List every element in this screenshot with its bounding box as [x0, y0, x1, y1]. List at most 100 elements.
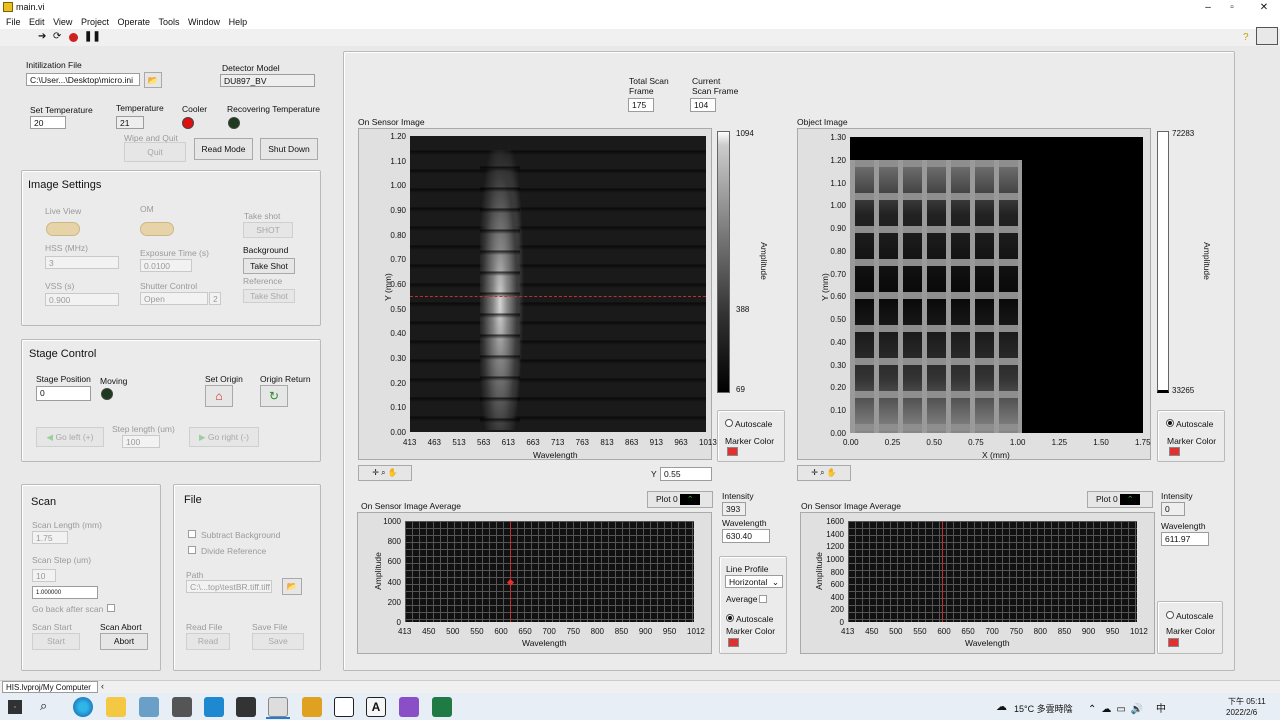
avg1-plot-area[interactable] — [405, 521, 694, 622]
go-back-checkbox[interactable] — [107, 604, 115, 612]
search-icon[interactable]: ⌕ — [40, 698, 47, 714]
hss-select[interactable]: 3 — [45, 256, 119, 269]
menu-file[interactable]: File — [6, 15, 21, 29]
avg1-cursor[interactable] — [510, 521, 511, 622]
reference-take-shot-button[interactable]: Take Shot — [243, 289, 295, 303]
menu-tools[interactable]: Tools — [159, 15, 180, 29]
menu-operate[interactable]: Operate — [117, 15, 150, 29]
scan-step-input[interactable]: 10 — [32, 569, 56, 582]
live-view-toggle[interactable] — [46, 222, 80, 236]
sensor-cursor-line[interactable] — [410, 296, 706, 297]
avg1-marker-swatch[interactable] — [728, 638, 739, 647]
tool-app-icon[interactable] — [334, 697, 354, 717]
weather-icon[interactable]: ☁ — [996, 700, 1007, 713]
read-file-button[interactable]: Read — [186, 633, 230, 650]
avg1-autoscale-radio[interactable] — [726, 614, 734, 622]
vss-select[interactable]: 0.900 — [45, 293, 119, 306]
background-take-shot-button[interactable]: Take Shot — [243, 258, 295, 274]
maximize-icon[interactable]: ▫ — [1220, 0, 1244, 15]
divide-reference-checkbox[interactable] — [188, 546, 196, 554]
weather-text[interactable]: 15°C 多雲時陰 — [1014, 702, 1073, 715]
minimize-icon[interactable]: – — [1196, 0, 1220, 15]
avg2-x-axis-label: Wavelength — [965, 638, 1010, 648]
visual-studio-icon[interactable] — [399, 697, 419, 717]
run-arrow-icon[interactable]: ➔ — [38, 31, 46, 42]
save-file-button[interactable]: Save — [252, 633, 304, 650]
recovering-temperature-label: Recovering Temperature — [227, 104, 320, 114]
path-browse-button[interactable]: 📂 — [282, 578, 302, 595]
avg2-marker-swatch[interactable] — [1168, 638, 1179, 647]
quit-button[interactable]: Quit — [124, 142, 186, 162]
read-mode-button[interactable]: Read Mode — [194, 138, 253, 160]
shutter-control-select[interactable]: Open — [140, 292, 208, 305]
stage-position-input[interactable]: 0 — [36, 386, 91, 401]
average-checkbox[interactable] — [759, 595, 767, 603]
menu-help[interactable]: Help — [229, 15, 248, 29]
terminal-icon[interactable] — [236, 697, 256, 717]
object-graph-palette[interactable]: ✛ ⌕ ✋ — [797, 465, 851, 481]
tray-date[interactable]: 2022/2/6 — [1226, 708, 1257, 717]
shot-button[interactable]: SHOT — [243, 222, 293, 238]
y-control-input[interactable]: 0.55 — [660, 467, 712, 481]
labview-icon-taskbar[interactable] — [302, 697, 322, 717]
run-continuous-icon[interactable]: ⟳ — [53, 31, 61, 42]
avg2-wavelength-input[interactable]: 611.97 — [1161, 532, 1209, 546]
shut-down-button[interactable]: Shut Down — [260, 138, 318, 160]
detector-model-value: DU897_BV — [220, 74, 315, 87]
labview-vi-icon[interactable] — [268, 697, 288, 717]
path-input[interactable]: C:\...top\testBR.tiff.tiff — [186, 580, 272, 593]
set-temperature-label: Set Temperature — [30, 105, 93, 115]
help-icon[interactable]: ? — [1243, 32, 1249, 43]
origin-return-button[interactable]: ↻ — [260, 385, 288, 407]
notes-app-icon[interactable] — [139, 697, 159, 717]
set-temperature-input[interactable]: 20 — [30, 116, 66, 129]
font-app-icon[interactable]: A — [366, 697, 386, 717]
menu-view[interactable]: View — [53, 15, 72, 29]
edge-browser-icon[interactable] — [73, 697, 93, 717]
vscode-icon[interactable] — [204, 697, 224, 717]
scan-start-button[interactable]: Start — [32, 633, 80, 650]
close-icon[interactable]: ✕ — [1252, 0, 1276, 15]
sensor-graph-palette[interactable]: ✛ ⌕ ✋ — [358, 465, 412, 481]
avg1-wavelength-input[interactable]: 630.40 — [722, 529, 770, 543]
scan-abort-button[interactable]: Abort — [100, 633, 148, 650]
scan-abort-label: Scan Abort — [100, 622, 142, 632]
excel-icon[interactable] — [432, 697, 452, 717]
avg2-plot-legend[interactable]: Plot 0 ⌃ — [1087, 491, 1153, 508]
file-explorer-icon[interactable] — [106, 697, 126, 717]
exposure-time-input[interactable]: 0.0100 — [140, 259, 192, 272]
go-right-button[interactable]: ▶ Go right (-) — [189, 427, 259, 447]
chevron-left-icon[interactable]: ‹ — [101, 681, 104, 691]
scan-length-input[interactable]: 1.75 — [32, 531, 68, 544]
tray-time[interactable]: 下午 05:11 — [1228, 696, 1266, 707]
avg2-autoscale-radio[interactable] — [1166, 611, 1174, 619]
set-origin-button[interactable]: ⌂ — [205, 385, 233, 407]
windows-start-icon[interactable] — [8, 700, 22, 714]
sensor-marker-swatch[interactable] — [727, 447, 738, 456]
menu-project[interactable]: Project — [81, 15, 109, 29]
sensor-image-plot[interactable] — [410, 136, 706, 432]
init-file-path[interactable]: C:\User...\Desktop\micro.ini — [26, 73, 140, 86]
avg2-plot-area[interactable] — [848, 521, 1137, 622]
sensor-y-ticks: 1.20 1.10 1.00 0.90 0.80 0.70 0.60 0.50 0.40 0.30… — [378, 132, 406, 437]
tray-icons[interactable]: ⌃☁▭🔊 中 — [1088, 700, 1171, 715]
avg1-autoscale-label: Autoscale — [736, 614, 774, 624]
avg2-cursor[interactable] — [942, 521, 943, 622]
object-autoscale-radio[interactable] — [1166, 419, 1174, 427]
line-profile-select[interactable]: Horizontal ⌄ — [725, 575, 783, 588]
avg1-plot-legend[interactable]: Plot 0 ⌃ — [647, 491, 713, 508]
step-length-input[interactable]: 100 — [122, 435, 160, 448]
sensor-autoscale-radio[interactable] — [725, 419, 733, 427]
calculator-icon[interactable] — [172, 697, 192, 717]
subtract-background-checkbox[interactable] — [188, 530, 196, 538]
go-left-button[interactable]: ◀ Go left (+) — [36, 427, 104, 447]
folder-browse-button[interactable]: 📂 — [144, 72, 162, 88]
menu-window[interactable]: Window — [188, 15, 220, 29]
menu-edit[interactable]: Edit — [29, 15, 45, 29]
x-tick-label: 663 — [526, 438, 540, 447]
total-scan-frame-label: Total Scan Frame — [629, 76, 679, 96]
abort-icon[interactable] — [69, 33, 78, 42]
om-toggle[interactable] — [140, 222, 174, 236]
object-marker-swatch[interactable] — [1169, 447, 1180, 456]
pause-icon[interactable]: ❚❚ — [84, 31, 101, 42]
